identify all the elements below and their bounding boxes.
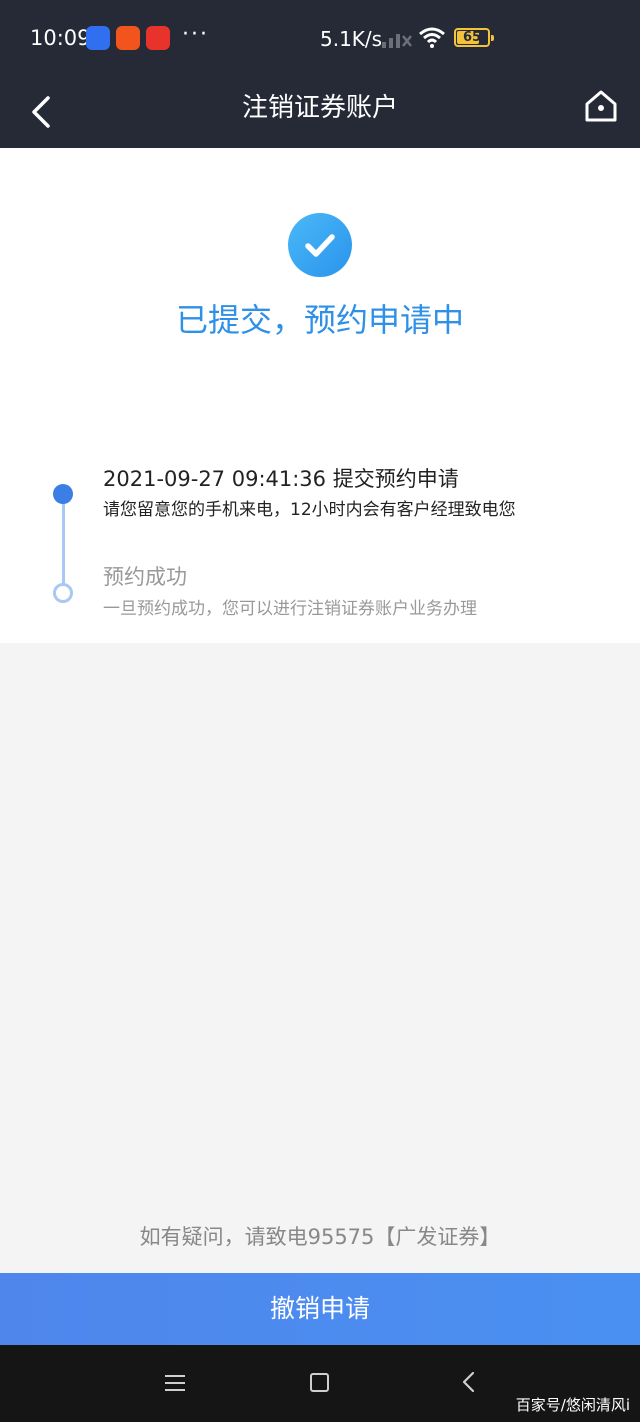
notification-app-icon [146, 26, 170, 50]
wifi-icon [419, 27, 445, 48]
status-time: 10:09 [30, 26, 91, 50]
notification-app-icon [116, 26, 140, 50]
cancel-application-button[interactable]: 撤销申请 [0, 1273, 640, 1345]
battery-icon: 65 [454, 28, 494, 47]
timeline-step-title: 2021-09-27 09:41:36 提交预约申请 [103, 467, 459, 491]
timeline-line [62, 498, 65, 590]
back-triangle-icon[interactable] [460, 1370, 476, 1394]
notification-app-icon [86, 26, 110, 50]
more-notifications-icon: ··· [182, 22, 209, 47]
nav-bar: 注销证券账户 [0, 76, 640, 148]
menu-icon[interactable] [164, 1373, 186, 1393]
check-circle-icon [288, 213, 352, 277]
home-square-icon[interactable] [310, 1373, 329, 1392]
signal-icon [382, 34, 412, 48]
battery-level: 65 [462, 30, 482, 45]
timeline-dot-pending [53, 583, 73, 603]
back-button[interactable] [22, 86, 66, 138]
timeline-step-desc: 一旦预约成功，您可以进行注销证券账户业务办理 [103, 599, 477, 619]
timeline-dot-done [53, 484, 73, 504]
timeline-step-title: 预约成功 [103, 565, 187, 589]
result-panel: 已提交，预约申请中 2021-09-27 09:41:36 提交预约申请 请您留… [0, 148, 640, 643]
status-bar: 10:09 ··· 5.1K/s 65 [0, 0, 640, 76]
timeline-step-desc: 请您留意您的手机来电，12小时内会有客户经理致电您 [103, 500, 516, 520]
network-speed: 5.1K/s [320, 27, 383, 51]
chevron-left-icon [32, 96, 50, 128]
watermark: 百家号/悠闲清风i [515, 1396, 630, 1414]
result-title: 已提交，预约申请中 [175, 301, 464, 339]
hotline-text: 如有疑问，请致电95575【广发证券】 [139, 1225, 501, 1249]
home-icon [585, 90, 617, 122]
home-button[interactable] [578, 84, 624, 130]
page-title: 注销证券账户 [241, 93, 398, 123]
